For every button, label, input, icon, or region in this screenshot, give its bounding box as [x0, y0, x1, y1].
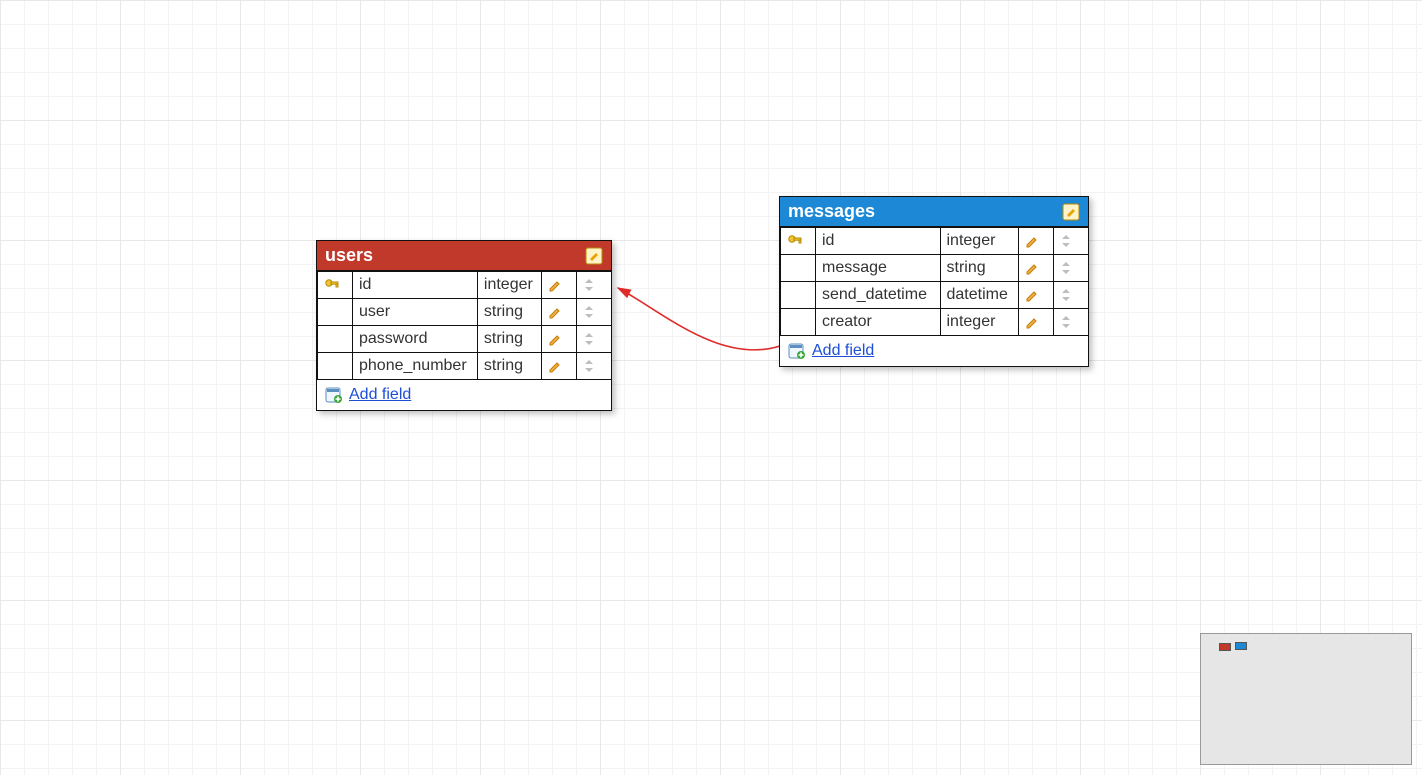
field-type: string — [477, 353, 541, 380]
edit-table-icon[interactable] — [1062, 203, 1080, 221]
reorder-field-cell[interactable] — [577, 326, 612, 353]
reorder-field-cell[interactable] — [1054, 309, 1089, 336]
field-type: string — [940, 255, 1019, 282]
sort-icon — [583, 305, 605, 319]
field-name: message — [816, 255, 941, 282]
field-row[interactable]: phone_number string — [318, 353, 612, 380]
field-row[interactable]: id integer — [781, 228, 1089, 255]
sort-icon — [583, 332, 605, 346]
field-type: integer — [940, 309, 1019, 336]
add-field-link[interactable]: Add field — [812, 342, 874, 360]
add-field-row[interactable]: Add field — [780, 336, 1088, 366]
add-field-link[interactable]: Add field — [349, 386, 411, 404]
pencil-icon — [1025, 234, 1047, 248]
field-name: password — [353, 326, 478, 353]
pencil-icon — [548, 278, 570, 292]
field-name: phone_number — [353, 353, 478, 380]
sort-icon — [1060, 234, 1082, 248]
sort-icon — [1060, 315, 1082, 329]
field-name: send_datetime — [816, 282, 941, 309]
pencil-icon — [1025, 288, 1047, 302]
add-field-icon — [788, 343, 806, 359]
reorder-field-cell[interactable] — [1054, 255, 1089, 282]
edit-field-cell[interactable] — [542, 353, 577, 380]
edit-field-cell[interactable] — [1019, 309, 1054, 336]
add-field-icon — [325, 387, 343, 403]
key-icon — [787, 233, 809, 249]
field-row[interactable]: message string — [781, 255, 1089, 282]
table-messages[interactable]: messages id integer message string — [779, 196, 1089, 367]
reorder-field-cell[interactable] — [1054, 228, 1089, 255]
primary-key-cell — [318, 326, 353, 353]
pencil-icon — [1025, 315, 1047, 329]
key-icon — [324, 277, 346, 293]
field-row[interactable]: id integer — [318, 272, 612, 299]
sort-icon — [583, 359, 605, 373]
field-row[interactable]: user string — [318, 299, 612, 326]
table-messages-title: messages — [788, 201, 1062, 222]
primary-key-cell — [781, 228, 816, 255]
field-row[interactable]: password string — [318, 326, 612, 353]
diagram-canvas[interactable]: users id integer user string — [0, 0, 1422, 775]
field-name: id — [816, 228, 941, 255]
reorder-field-cell[interactable] — [577, 272, 612, 299]
edit-table-icon[interactable] — [585, 247, 603, 265]
primary-key-cell — [781, 309, 816, 336]
sort-icon — [1060, 288, 1082, 302]
reorder-field-cell[interactable] — [577, 353, 612, 380]
reorder-field-cell[interactable] — [1054, 282, 1089, 309]
primary-key-cell — [318, 299, 353, 326]
field-name: creator — [816, 309, 941, 336]
pencil-icon — [548, 332, 570, 346]
table-users[interactable]: users id integer user string — [316, 240, 612, 411]
primary-key-cell — [781, 255, 816, 282]
pencil-icon — [1025, 261, 1047, 275]
field-type: string — [477, 326, 541, 353]
table-users-title: users — [325, 245, 585, 266]
minimap-table-users — [1219, 643, 1231, 651]
reorder-field-cell[interactable] — [577, 299, 612, 326]
table-users-rows: id integer user string password string — [317, 271, 612, 380]
sort-icon — [1060, 261, 1082, 275]
pencil-icon — [548, 359, 570, 373]
field-name: user — [353, 299, 478, 326]
minimap-table-messages — [1235, 642, 1247, 650]
field-type: integer — [940, 228, 1019, 255]
edit-field-cell[interactable] — [1019, 282, 1054, 309]
field-type: integer — [477, 272, 541, 299]
edit-field-cell[interactable] — [1019, 255, 1054, 282]
field-row[interactable]: creator integer — [781, 309, 1089, 336]
field-type: string — [477, 299, 541, 326]
primary-key-cell — [781, 282, 816, 309]
edit-field-cell[interactable] — [1019, 228, 1054, 255]
pencil-icon — [548, 305, 570, 319]
add-field-row[interactable]: Add field — [317, 380, 611, 410]
field-row[interactable]: send_datetime datetime — [781, 282, 1089, 309]
primary-key-cell — [318, 353, 353, 380]
sort-icon — [583, 278, 605, 292]
table-users-header[interactable]: users — [317, 241, 611, 271]
edit-field-cell[interactable] — [542, 326, 577, 353]
table-messages-rows: id integer message string send_datetime … — [780, 227, 1089, 336]
table-messages-header[interactable]: messages — [780, 197, 1088, 227]
field-name: id — [353, 272, 478, 299]
edit-field-cell[interactable] — [542, 299, 577, 326]
edit-field-cell[interactable] — [542, 272, 577, 299]
field-type: datetime — [940, 282, 1019, 309]
minimap[interactable] — [1200, 633, 1412, 765]
primary-key-cell — [318, 272, 353, 299]
